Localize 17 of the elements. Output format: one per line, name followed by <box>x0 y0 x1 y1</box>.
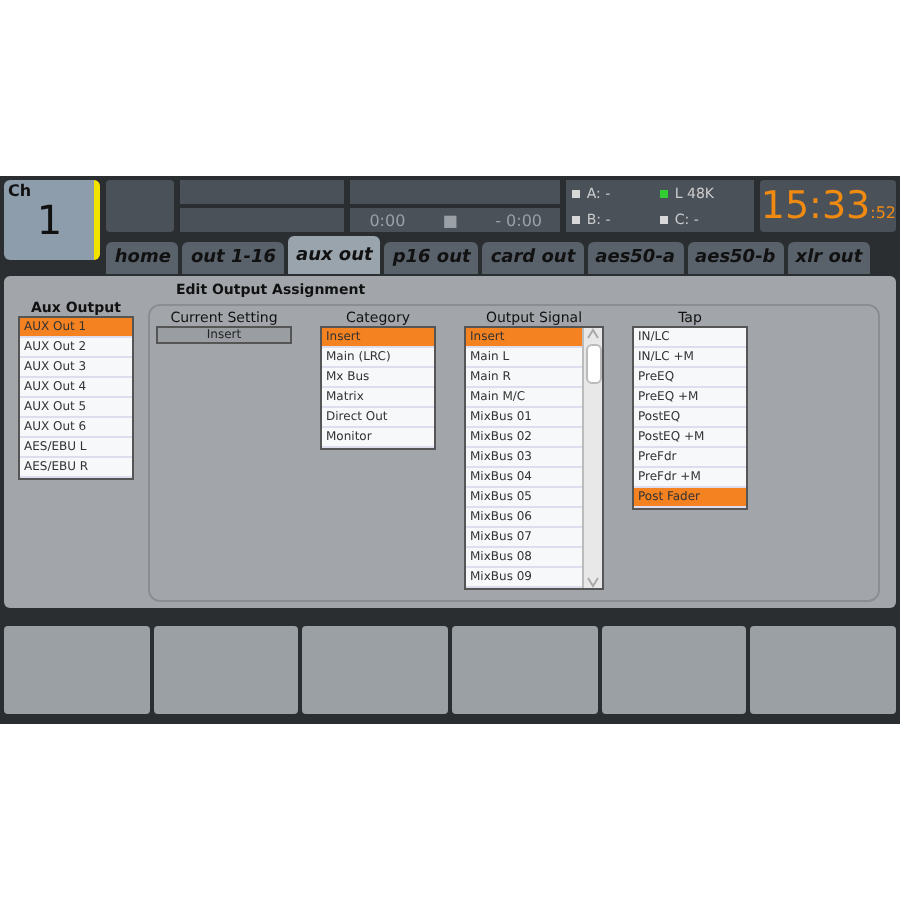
tab[interactable]: aux out <box>288 236 381 274</box>
scrollbar[interactable] <box>582 328 602 588</box>
channel-label: Ch <box>8 182 32 200</box>
scroll-thumb[interactable] <box>585 344 601 384</box>
soft-key-button[interactable] <box>153 626 299 714</box>
channel-button[interactable]: Ch 1 <box>4 180 101 260</box>
clock-seconds: :52 <box>870 204 896 222</box>
time-text: 0:00 <box>369 211 406 229</box>
display-panel <box>106 180 175 232</box>
soft-key-button[interactable] <box>302 626 449 714</box>
soft-key-button[interactable] <box>4 626 150 714</box>
soft-key-button[interactable] <box>601 626 747 714</box>
channel-number: 1 <box>36 196 63 244</box>
soft-key-button[interactable] <box>452 626 598 714</box>
soft-key-button[interactable] <box>750 626 897 714</box>
remaining-time-text: - 0:00 <box>495 211 543 229</box>
clock-time: 15:33 <box>760 184 871 228</box>
